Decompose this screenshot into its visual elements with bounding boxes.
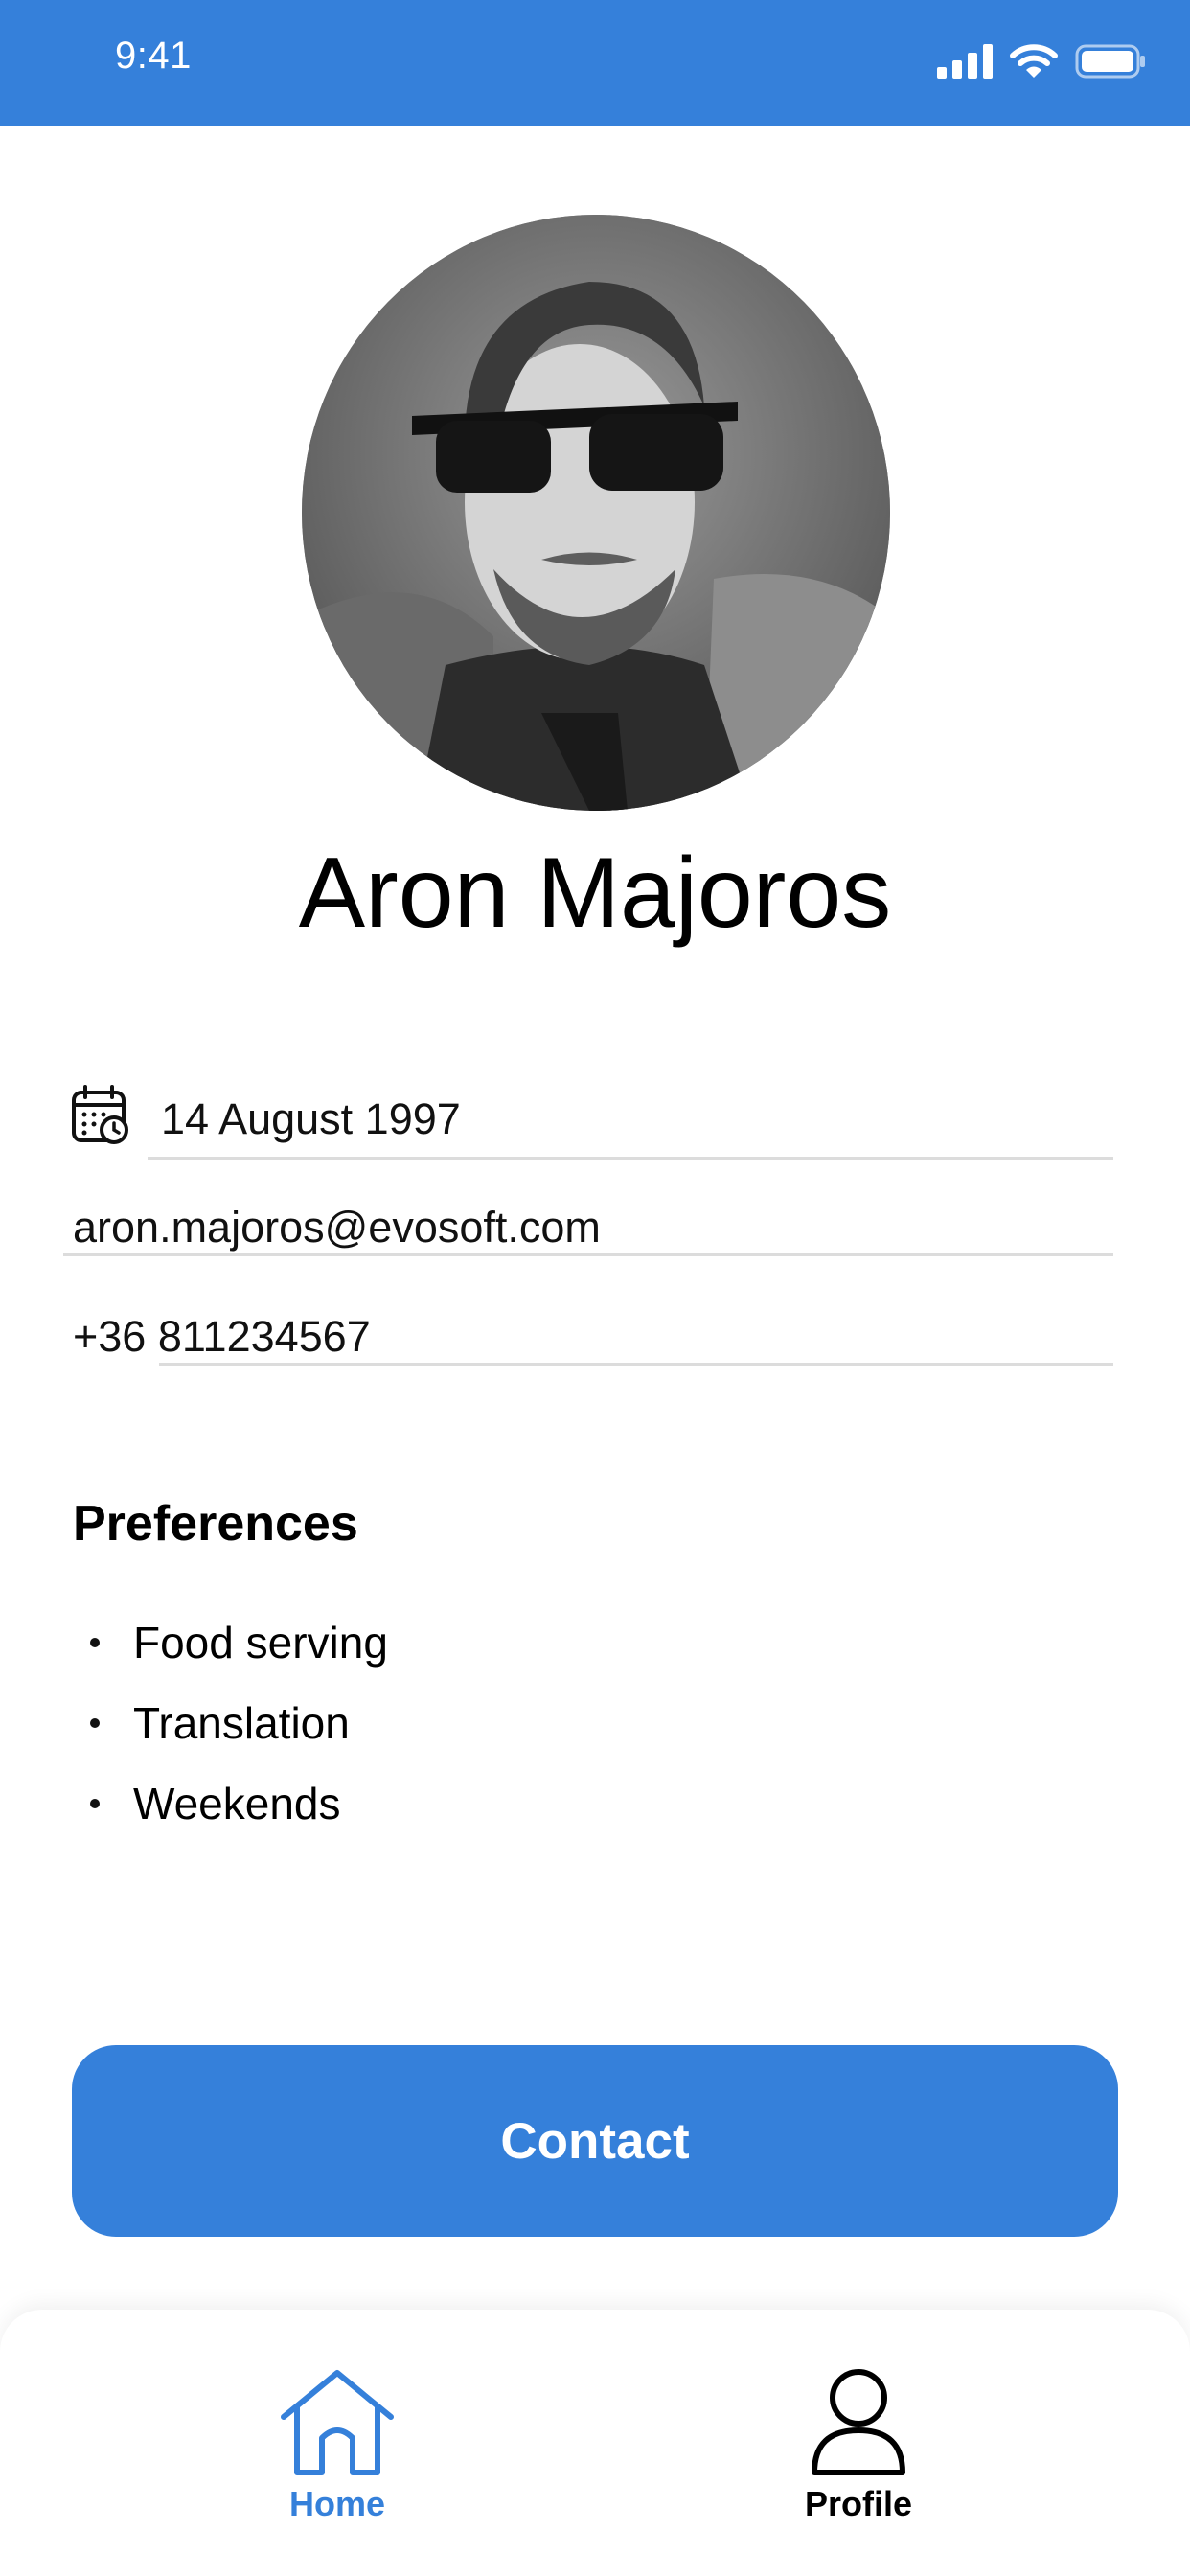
preferences-title: Preferences [73,1496,358,1552]
bullet-icon [90,1638,100,1647]
preference-item: Food serving [73,1602,388,1683]
profile-name: Aron Majoros [298,838,892,949]
preference-item: Translation [73,1683,388,1763]
cellular-signal-icon [937,43,993,83]
birthdate-underline [148,1157,1113,1160]
email-field[interactable]: aron.majoros@evosoft.com [63,1180,1113,1256]
status-bar: 9:41 [0,0,1190,126]
calendar-icon[interactable] [71,1085,130,1144]
tab-home-label: Home [288,2484,386,2523]
email-value: aron.majoros@evosoft.com [73,1203,601,1252]
status-time: 9:41 [115,34,192,77]
preferences-list: Food serving Translation Weekends [73,1602,388,1844]
birthdate-field[interactable]: 14 August 1997 [63,1083,1113,1160]
wifi-icon [1010,43,1058,84]
contact-button[interactable]: Contact [72,2045,1118,2237]
tab-bar: Home Profile [0,2310,1190,2576]
preference-item: Weekends [73,1763,388,1844]
preference-label: Translation [133,1698,350,1748]
status-icons [937,43,1146,84]
profile-avatar [302,215,890,811]
phone-value: +36 811234567 [73,1312,371,1361]
tab-profile-label: Profile [804,2484,913,2523]
phone-underline [159,1363,1113,1366]
home-icon[interactable] [241,2369,433,2476]
preference-label: Food serving [133,1618,388,1668]
profile-photo [302,215,890,811]
preference-label: Weekends [133,1779,341,1828]
battery-icon [1075,44,1146,83]
tab-home[interactable]: Home [241,2369,433,2532]
bullet-icon [90,1718,100,1728]
bullet-icon [90,1799,100,1808]
email-underline [63,1254,1113,1256]
phone-field[interactable]: +36 811234567 [63,1289,1113,1366]
person-icon[interactable] [763,2369,954,2476]
tab-profile[interactable]: Profile [763,2369,954,2532]
birthdate-value: 14 August 1997 [161,1094,461,1143]
